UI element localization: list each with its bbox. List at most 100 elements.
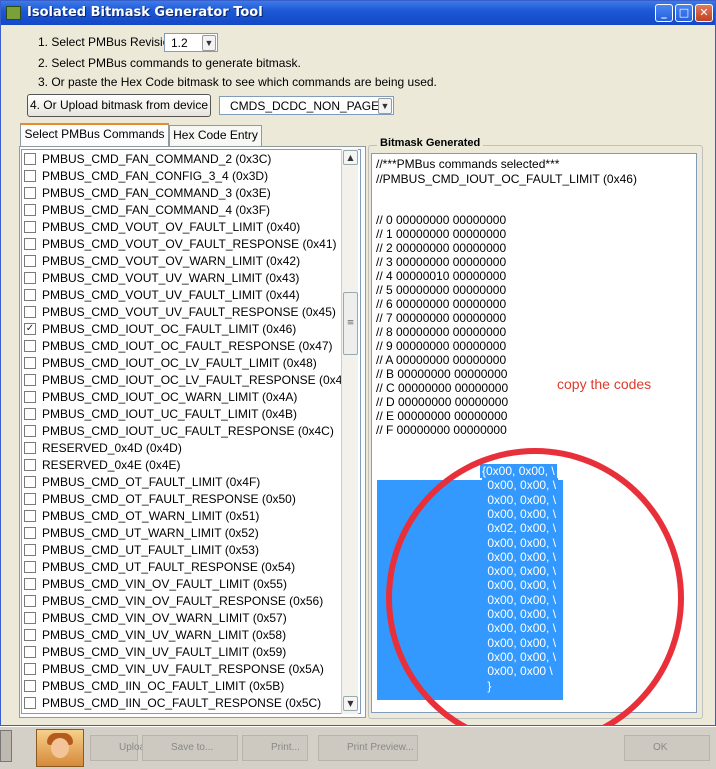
command-checkbox[interactable]: [24, 646, 36, 658]
command-list-item[interactable]: PMBUS_CMD_IIN_OC_FAULT_RESPONSE (0x5C): [22, 695, 342, 712]
user-avatar[interactable]: [36, 729, 84, 767]
device-command-set-value: CMDS_DCDC_NON_PAGED: [230, 99, 388, 113]
command-list-item[interactable]: PMBUS_CMD_FAN_COMMAND_3 (0x3E): [22, 185, 342, 202]
command-label: RESERVED_0x4E (0x4E): [42, 458, 181, 472]
taskbar-item-print[interactable]: Print...: [242, 735, 308, 761]
command-label: PMBUS_CMD_UT_FAULT_RESPONSE (0x54): [42, 560, 296, 574]
command-checkbox[interactable]: [24, 340, 36, 352]
command-checkbox[interactable]: [24, 595, 36, 607]
taskbar-handle[interactable]: [0, 730, 12, 762]
command-list-item[interactable]: PMBUS_CMD_VIN_OV_FAULT_RESPONSE (0x56): [22, 593, 342, 610]
command-list-item[interactable]: PMBUS_CMD_FAN_COMMAND_2 (0x3C): [22, 151, 342, 168]
command-checkbox[interactable]: [24, 153, 36, 165]
pmbus-commands-list[interactable]: PMBUS_CMD_FAN_COMMAND_2 (0x3C) PMBUS_CMD_…: [21, 149, 361, 714]
command-list-item[interactable]: PMBUS_CMD_IOUT_OC_LV_FAULT_RESPONSE (0x4…: [22, 372, 353, 389]
command-list-item[interactable]: PMBUS_CMD_VIN_UV_WARN_LIMIT (0x58): [22, 627, 342, 644]
chevron-down-icon[interactable]: ▼: [378, 98, 392, 114]
command-list-item[interactable]: PMBUS_CMD_IOUT_OC_WARN_LIMIT (0x4A): [22, 389, 342, 406]
command-list-item[interactable]: PMBUS_CMD_FAN_CONFIG_3_4 (0x3D): [22, 168, 342, 185]
taskbar-item-ok[interactable]: OK: [624, 735, 710, 761]
command-checkbox[interactable]: [24, 578, 36, 590]
bitmask-row-line: // 5 00000000 00000000: [376, 283, 507, 297]
command-checkbox[interactable]: [24, 272, 36, 284]
taskbar-item-save[interactable]: Save to...: [142, 735, 238, 761]
command-checkbox[interactable]: [24, 510, 36, 522]
command-checkbox[interactable]: [24, 204, 36, 216]
command-list-item[interactable]: PMBUS_CMD_OT_FAULT_LIMIT (0x4F): [22, 474, 342, 491]
command-checkbox[interactable]: [24, 221, 36, 233]
command-list-item[interactable]: PMBUS_CMD_IIN_OC_FAULT_LIMIT (0x5B): [22, 678, 342, 695]
command-checkbox[interactable]: [24, 459, 36, 471]
command-checkbox[interactable]: [24, 680, 36, 692]
command-checkbox[interactable]: [24, 408, 36, 420]
scroll-down-arrow-icon[interactable]: ▼: [343, 696, 358, 711]
pmbus-revision-select[interactable]: 1.2 ▼: [164, 33, 218, 52]
command-list-item[interactable]: PMBUS_CMD_VOUT_UV_FAULT_RESPONSE (0x45): [22, 304, 342, 321]
command-checkbox[interactable]: [24, 442, 36, 454]
command-list-item[interactable]: PMBUS_CMD_VOUT_OV_WARN_LIMIT (0x42): [22, 253, 342, 270]
command-checkbox[interactable]: [24, 289, 36, 301]
command-checkbox[interactable]: [24, 187, 36, 199]
command-list-item[interactable]: PMBUS_CMD_VIN_OV_WARN_LIMIT (0x57): [22, 610, 342, 627]
taskbar-item-print-preview[interactable]: Print Preview...: [318, 735, 418, 761]
command-list-item[interactable]: PMBUS_CMD_UT_WARN_LIMIT (0x52): [22, 525, 342, 542]
command-label: PMBUS_CMD_VIN_OV_FAULT_LIMIT (0x55): [42, 577, 287, 591]
command-checkbox[interactable]: [24, 391, 36, 403]
command-checkbox[interactable]: [24, 476, 36, 488]
command-checkbox[interactable]: [24, 561, 36, 573]
command-checkbox[interactable]: [24, 493, 36, 505]
bitmask-row-line: // E 00000000 00000000: [376, 409, 508, 423]
command-checkbox[interactable]: [24, 374, 36, 386]
title-bar[interactable]: Isolated Bitmask Generator Tool _ □ ✕: [1, 1, 715, 25]
command-checkbox[interactable]: [24, 544, 36, 556]
command-list-item[interactable]: PMBUS_CMD_VOUT_UV_WARN_LIMIT (0x43): [22, 270, 342, 287]
command-list-item[interactable]: PMBUS_CMD_FAN_COMMAND_4 (0x3F): [22, 202, 342, 219]
command-list-item[interactable]: PMBUS_CMD_OT_FAULT_RESPONSE (0x50): [22, 491, 342, 508]
command-checkbox[interactable]: [24, 663, 36, 675]
command-list-item[interactable]: PMBUS_CMD_UT_FAULT_RESPONSE (0x54): [22, 559, 342, 576]
command-checkbox[interactable]: [24, 527, 36, 539]
command-list-item[interactable]: PMBUS_CMD_IOUT_OC_FAULT_RESPONSE (0x47): [22, 338, 342, 355]
command-list-item[interactable]: PMBUS_CMD_VIN_UV_FAULT_LIMIT (0x59): [22, 644, 342, 661]
step-2-label: 2. Select PMBus commands to generate bit…: [38, 56, 301, 70]
command-list-item[interactable]: PMBUS_CMD_IOUT_UC_FAULT_RESPONSE (0x4C): [22, 423, 342, 440]
command-list-item[interactable]: PMBUS_CMD_IOUT_OC_LV_FAULT_LIMIT (0x48): [22, 355, 342, 372]
command-label: PMBUS_CMD_IOUT_UC_FAULT_LIMIT (0x4B): [42, 407, 297, 421]
command-checkbox[interactable]: [24, 612, 36, 624]
command-list-item[interactable]: PMBUS_CMD_OT_WARN_LIMIT (0x51): [22, 508, 342, 525]
taskbar-item-upload[interactable]: Upload!: [90, 735, 153, 761]
commands-scrollbar[interactable]: ▲ ≡ ▼: [341, 149, 358, 714]
maximize-button[interactable]: □: [675, 4, 693, 22]
close-button[interactable]: ✕: [695, 4, 713, 22]
command-checkbox[interactable]: [24, 238, 36, 250]
command-list-item[interactable]: PMBUS_CMD_UT_FAULT_LIMIT (0x53): [22, 542, 342, 559]
scroll-up-arrow-icon[interactable]: ▲: [343, 150, 358, 165]
command-checkbox[interactable]: [24, 170, 36, 182]
app-icon: [6, 6, 21, 20]
tab-select-pmbus-commands[interactable]: Select PMBus Commands: [20, 123, 169, 147]
command-label: PMBUS_CMD_IIN_OC_FAULT_RESPONSE (0x5C): [42, 696, 322, 710]
minimize-button[interactable]: _: [655, 4, 673, 22]
command-checkbox[interactable]: ✓: [24, 323, 36, 335]
chevron-down-icon[interactable]: ▼: [202, 35, 216, 51]
scroll-thumb[interactable]: ≡: [343, 292, 358, 355]
command-checkbox[interactable]: [24, 255, 36, 267]
upload-bitmask-button[interactable]: 4. Or Upload bitmask from device: [27, 94, 211, 117]
tab-hex-code-entry[interactable]: Hex Code Entry: [169, 125, 262, 146]
command-list-item[interactable]: PMBUS_CMD_VOUT_OV_FAULT_RESPONSE (0x41): [22, 236, 342, 253]
command-list-item[interactable]: PMBUS_CMD_VIN_OV_FAULT_LIMIT (0x55): [22, 576, 342, 593]
command-checkbox[interactable]: [24, 357, 36, 369]
command-label: PMBUS_CMD_FAN_COMMAND_2 (0x3C): [42, 152, 272, 166]
command-checkbox[interactable]: [24, 425, 36, 437]
command-list-item[interactable]: PMBUS_CMD_IOUT_UC_FAULT_LIMIT (0x4B): [22, 406, 342, 423]
command-list-item[interactable]: PMBUS_CMD_VOUT_OV_FAULT_LIMIT (0x40): [22, 219, 342, 236]
command-list-item[interactable]: PMBUS_CMD_VOUT_UV_FAULT_LIMIT (0x44): [22, 287, 342, 304]
command-checkbox[interactable]: [24, 306, 36, 318]
command-list-item[interactable]: RESERVED_0x4D (0x4D): [22, 440, 342, 457]
command-list-item[interactable]: ✓ PMBUS_CMD_IOUT_OC_FAULT_LIMIT (0x46): [22, 321, 342, 338]
command-checkbox[interactable]: [24, 697, 36, 709]
command-list-item[interactable]: RESERVED_0x4E (0x4E): [22, 457, 342, 474]
command-list-item[interactable]: PMBUS_CMD_VIN_UV_FAULT_RESPONSE (0x5A): [22, 661, 342, 678]
command-checkbox[interactable]: [24, 629, 36, 641]
device-command-set-select[interactable]: CMDS_DCDC_NON_PAGED ▼: [219, 96, 394, 115]
